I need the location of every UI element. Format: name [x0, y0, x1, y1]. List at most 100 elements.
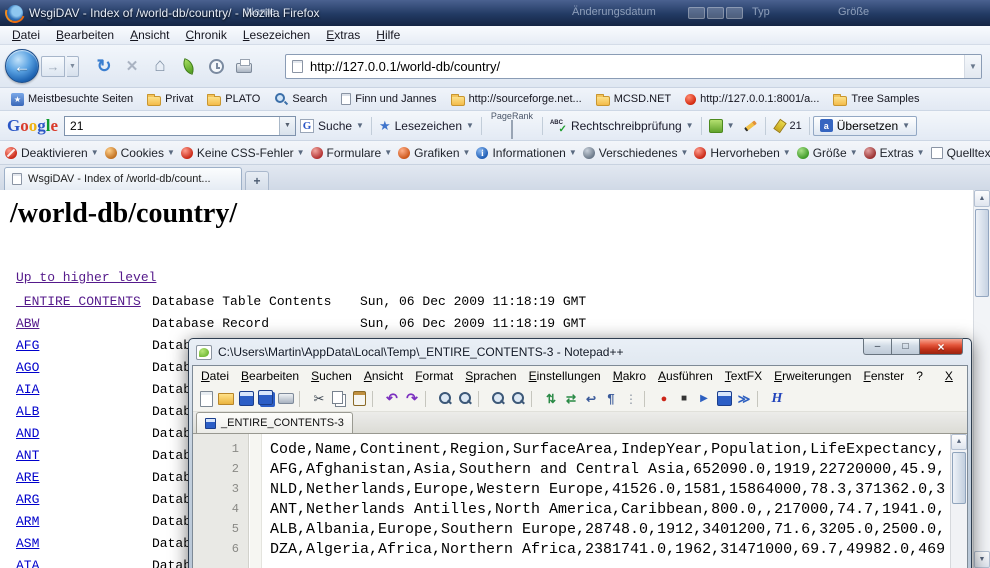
- save-macro-icon[interactable]: [715, 390, 733, 408]
- firefox-titlebar[interactable]: WsgiDAV - Index of /world-db/country/ - …: [0, 0, 990, 26]
- save-all-icon[interactable]: [257, 390, 275, 408]
- close-button[interactable]: ×: [919, 338, 963, 355]
- menu-item[interactable]: Hilfe: [368, 26, 408, 44]
- menu-item[interactable]: X: [939, 367, 959, 385]
- stop-button[interactable]: ✕: [119, 54, 145, 78]
- menu-item[interactable]: Suchen: [305, 367, 358, 385]
- menu-item[interactable]: TextFX: [719, 367, 768, 385]
- autofill-button[interactable]: ▼: [705, 117, 739, 135]
- translate-button[interactable]: Übersetzen ▼: [813, 116, 917, 136]
- record-macro-icon[interactable]: ●: [655, 390, 673, 408]
- entry-link[interactable]: ASM: [16, 536, 39, 551]
- bookmark-item[interactable]: MCSD.NET: [591, 91, 676, 108]
- location-bar[interactable]: http://127.0.0.1/world-db/country/ ▼: [285, 54, 982, 79]
- hex-view-icon[interactable]: H: [768, 390, 786, 408]
- bookmark-item[interactable]: PLATO: [202, 91, 265, 108]
- notepadpp-titlebar[interactable]: C:\Users\Martin\AppData\Local\Temp\_ENTI…: [192, 339, 968, 365]
- menu-item[interactable]: Erweiterungen: [768, 367, 857, 385]
- bookmark-item[interactable]: Privat: [142, 91, 198, 108]
- menu-item[interactable]: ?: [910, 367, 929, 385]
- scroll-up-arrow[interactable]: ▲: [951, 434, 967, 450]
- entry-link[interactable]: AIA: [16, 382, 39, 397]
- editor-scrollbar[interactable]: ▲: [950, 434, 967, 568]
- webdev-menu-button[interactable]: Quelltext ▼: [931, 146, 990, 160]
- menu-item[interactable]: Extras: [318, 26, 368, 44]
- spellcheck-button[interactable]: Rechtschreibprüfung ▼: [546, 117, 698, 135]
- menu-item[interactable]: Einstellungen: [523, 367, 607, 385]
- highlight-button[interactable]: 21: [769, 117, 806, 135]
- bookmark-item[interactable]: Search: [269, 90, 332, 108]
- menu-item[interactable]: Makro: [607, 367, 652, 385]
- search-history-dropdown[interactable]: ▼: [279, 117, 295, 135]
- minimize-button[interactable]: –: [863, 338, 891, 355]
- webdev-menu-button[interactable]: Hervorheben ▼: [694, 146, 794, 160]
- scroll-up-arrow[interactable]: ▲: [974, 190, 990, 207]
- browser-scrollbar[interactable]: ▲ ▼: [973, 190, 990, 568]
- menu-item[interactable]: Ausführen: [652, 367, 719, 385]
- replace-icon[interactable]: [456, 390, 474, 408]
- stop-macro-icon[interactable]: ■: [675, 390, 693, 408]
- copy-icon[interactable]: [330, 390, 348, 408]
- webdev-menu-button[interactable]: Cookies ▼: [105, 146, 179, 160]
- save-icon[interactable]: [237, 390, 255, 408]
- menu-item[interactable]: Fenster: [857, 367, 910, 385]
- scrollbar-thumb[interactable]: [975, 209, 989, 297]
- menu-item[interactable]: Bearbeiten: [235, 367, 305, 385]
- history-button[interactable]: [203, 54, 229, 78]
- bookmark-item[interactable]: http://sourceforge.net...: [446, 91, 587, 108]
- tab-wsgidav[interactable]: WsgiDAV - Index of /world-db/count...: [4, 167, 242, 190]
- word-wrap-icon[interactable]: ↩: [582, 390, 600, 408]
- redo-icon[interactable]: ↷: [403, 390, 421, 408]
- zoom-out-icon[interactable]: [509, 390, 527, 408]
- up-to-higher-level-link[interactable]: Up to higher level: [16, 270, 156, 285]
- google-search-button[interactable]: Suche ▼: [296, 117, 368, 135]
- webdev-menu-button[interactable]: Größe ▼: [797, 146, 862, 160]
- webdev-menu-button[interactable]: Verschiedenes ▼: [583, 146, 693, 160]
- menu-item[interactable]: Sprachen: [459, 367, 522, 385]
- bookmark-item[interactable]: Meistbesuchte Seiten: [6, 91, 138, 108]
- scroll-down-arrow[interactable]: ▼: [974, 551, 990, 568]
- entry-link[interactable]: _ENTIRE_CONTENTS: [16, 294, 141, 309]
- maximize-button[interactable]: □: [891, 338, 919, 355]
- print-button[interactable]: [231, 54, 257, 78]
- google-search-box[interactable]: 21 ▼: [64, 116, 296, 136]
- home-button[interactable]: ⌂: [147, 54, 173, 78]
- menu-item[interactable]: Format: [409, 367, 459, 385]
- pagerank-indicator[interactable]: PageRank: [485, 112, 539, 139]
- sync-horizontal-icon[interactable]: ⇄: [562, 390, 580, 408]
- entry-link[interactable]: AND: [16, 426, 39, 441]
- url-text[interactable]: http://127.0.0.1/world-db/country/: [303, 59, 964, 74]
- webdev-menu-button[interactable]: Extras ▼: [864, 146, 929, 160]
- reload-button[interactable]: ↻: [91, 54, 117, 78]
- menu-item[interactable]: Chronik: [177, 26, 234, 44]
- paste-icon[interactable]: [350, 390, 368, 408]
- find-icon[interactable]: [436, 390, 454, 408]
- bookmark-item[interactable]: Finn und Jannes: [336, 91, 441, 107]
- text-editor[interactable]: 1 Code,Name,Continent,Region,SurfaceArea…: [193, 434, 967, 568]
- back-button[interactable]: ←: [5, 49, 39, 83]
- entry-link[interactable]: ARG: [16, 492, 39, 507]
- menu-item[interactable]: Ansicht: [122, 26, 177, 44]
- run-multiple-macro-icon[interactable]: ≫: [735, 390, 753, 408]
- edit-button[interactable]: [739, 116, 762, 135]
- play-macro-icon[interactable]: ▶: [695, 390, 713, 408]
- menu-item[interactable]: Lesezeichen: [235, 26, 318, 44]
- forward-button[interactable]: →: [41, 56, 65, 77]
- url-dropdown-button[interactable]: ▼: [964, 55, 981, 78]
- google-search-value[interactable]: 21: [65, 119, 279, 133]
- zoom-in-icon[interactable]: [489, 390, 507, 408]
- entry-link[interactable]: ARE: [16, 470, 39, 485]
- print-icon[interactable]: [277, 390, 295, 408]
- webdev-menu-button[interactable]: Keine CSS-Fehler ▼: [181, 146, 309, 160]
- entry-link[interactable]: ALB: [16, 404, 39, 419]
- entry-link[interactable]: ATA: [16, 558, 39, 568]
- document-tab[interactable]: _ENTIRE_CONTENTS-3: [196, 412, 353, 433]
- undo-icon[interactable]: ↶: [383, 390, 401, 408]
- webdev-menu-button[interactable]: Informationen ▼: [476, 146, 580, 160]
- indent-guide-icon[interactable]: ⋮: [622, 390, 640, 408]
- show-all-chars-icon[interactable]: ¶: [602, 390, 620, 408]
- entry-link[interactable]: AGO: [16, 360, 39, 375]
- bookmark-item[interactable]: http://127.0.0.1:8001/a...: [680, 91, 824, 107]
- sync-vertical-icon[interactable]: ⇅: [542, 390, 560, 408]
- entry-link[interactable]: ABW: [16, 316, 39, 331]
